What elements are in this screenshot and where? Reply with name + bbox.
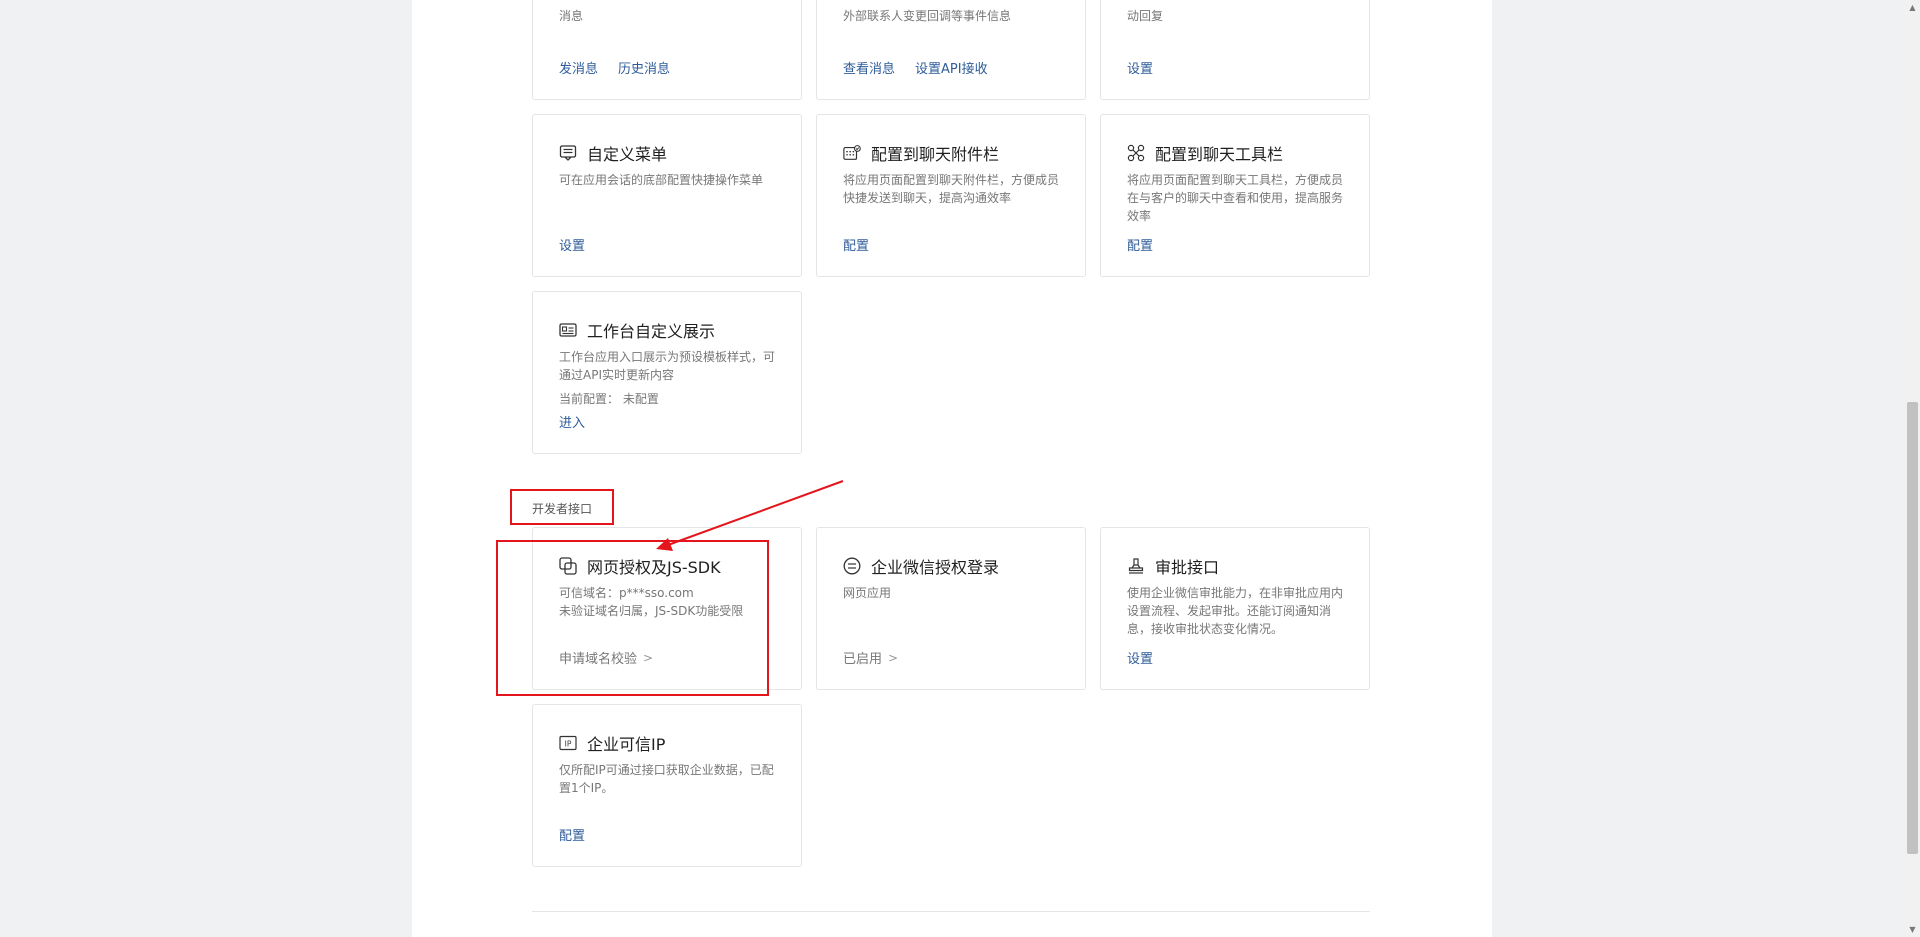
view-message-link[interactable]: 查看消息 (843, 58, 895, 77)
card-desc: 工作台应用入口展示为预设模板样式，可通过API实时更新内容 (559, 350, 776, 382)
card-title: 配置到聊天附件栏 (871, 145, 1000, 164)
divider (532, 911, 1370, 912)
menu-icon (559, 144, 577, 162)
scroll-up-arrow-icon[interactable]: ▲ (1908, 3, 1917, 12)
annotation-box-section-label (510, 489, 614, 525)
card-desc: 使用企业微信审批能力，在非审批应用内设置流程、发起审批。还能订阅通知消息，接收审… (1127, 586, 1344, 636)
card-receive-message: 外部联系人变更回调等事件信息 查看消息 设置API接收 (816, 0, 1086, 100)
send-message-link[interactable]: 发消息 (559, 58, 598, 77)
card-auto-reply: 动回复 设置 (1100, 0, 1370, 100)
custom-menu-settings-link[interactable]: 设置 (559, 235, 585, 254)
card-title: 工作台自定义展示 (587, 322, 716, 341)
card-desc: 动回复 (1127, 9, 1164, 23)
card-title: 自定义菜单 (587, 145, 668, 164)
card-desc: 外部联系人变更回调等事件信息 (843, 9, 1012, 23)
card-title: 配置到聊天工具栏 (1155, 145, 1284, 164)
approval-settings-link[interactable]: 设置 (1127, 648, 1153, 667)
card-wecom-login: 企业微信授权登录 网页应用 已启用 > (816, 527, 1086, 690)
card-desc: 网页应用 (843, 586, 892, 600)
chevron-right-icon: > (888, 650, 899, 665)
set-api-receive-link[interactable]: 设置API接收 (915, 58, 988, 77)
annotation-box-web-auth-card (496, 540, 769, 696)
history-message-link[interactable]: 历史消息 (618, 58, 670, 77)
svg-text:IP: IP (565, 740, 572, 749)
auto-reply-settings-link[interactable]: 设置 (1127, 58, 1153, 77)
card-custom-menu: 自定义菜单 可在应用会话的底部配置快捷操作菜单 设置 (532, 114, 802, 277)
scroll-down-arrow-icon[interactable]: ▼ (1908, 925, 1917, 934)
card-desc: 将应用页面配置到聊天工具栏，方便成员在与客户的聊天中查看和使用，提高服务效率 (1127, 173, 1344, 223)
card-title: 企业微信授权登录 (871, 558, 1000, 577)
attachment-grid-icon (843, 144, 861, 162)
enabled-status-link[interactable]: 已启用 > (843, 648, 899, 668)
trusted-ip-config-link[interactable]: 配置 (559, 825, 585, 844)
ip-icon: IP (559, 734, 577, 752)
chat-attachment-config-link[interactable]: 配置 (843, 235, 869, 254)
card-trusted-ip: IP 企业可信IP 仅所配IP可通过接口获取企业数据，已配置1个IP。 配置 (532, 704, 802, 867)
card-desc: 将应用页面配置到聊天附件栏，方便成员快捷发送到聊天，提高沟通效率 (843, 173, 1060, 205)
current-config: 当前配置： 未配置 (559, 392, 659, 406)
card-title: 企业可信IP (587, 735, 666, 754)
card-chat-attachment: 配置到聊天附件栏 将应用页面配置到聊天附件栏，方便成员快捷发送到聊天，提高沟通效… (816, 114, 1086, 277)
scrollbar-thumb[interactable] (1907, 402, 1918, 854)
chat-toolbar-config-link[interactable]: 配置 (1127, 235, 1153, 254)
card-desc: 消息 (559, 9, 584, 23)
card-desc: 仅所配IP可通过接口获取企业数据，已配置1个IP。 (559, 763, 774, 795)
stamp-icon (1127, 557, 1145, 575)
wecom-login-icon (843, 557, 861, 575)
workbench-card-icon (559, 321, 577, 339)
card-title: 审批接口 (1155, 558, 1220, 577)
card-approval-api: 审批接口 使用企业微信审批能力，在非审批应用内设置流程、发起审批。还能订阅通知消… (1100, 527, 1370, 690)
card-workbench-display: 工作台自定义展示 工作台应用入口展示为预设模板样式，可通过API实时更新内容 当… (532, 291, 802, 454)
card-chat-toolbar: 配置到聊天工具栏 将应用页面配置到聊天工具栏，方便成员在与客户的聊天中查看和使用… (1100, 114, 1370, 277)
card-send-message: 消息 发消息 历史消息 (532, 0, 802, 100)
toolbar-icon (1127, 144, 1145, 162)
workbench-enter-link[interactable]: 进入 (559, 412, 585, 431)
card-desc: 可在应用会话的底部配置快捷操作菜单 (559, 173, 764, 187)
